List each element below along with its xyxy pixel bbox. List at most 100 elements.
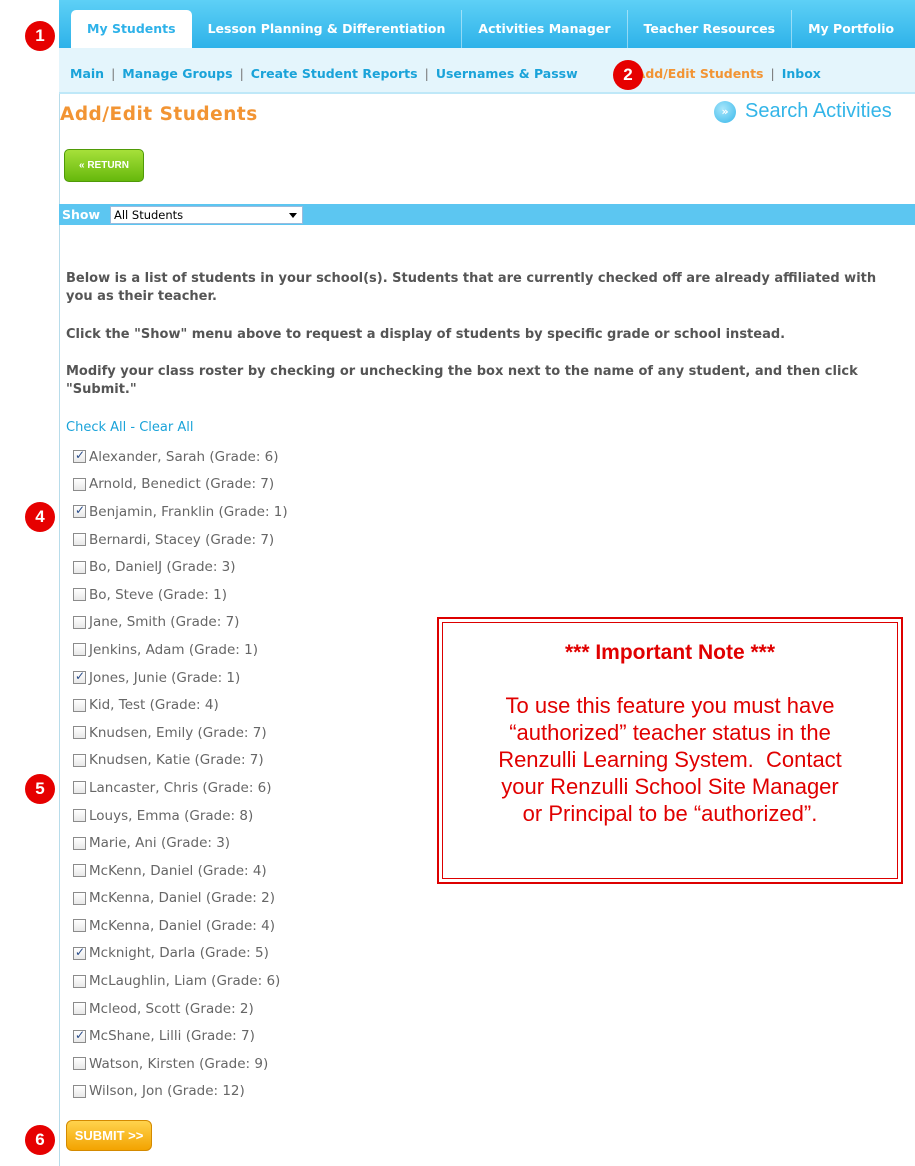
student-checkbox[interactable] <box>73 809 86 823</box>
double-chevron-icon: » <box>714 100 736 123</box>
student-row: Watson, Kirsten (Grade: 9) <box>73 1050 288 1078</box>
student-row: Kid, Test (Grade: 4) <box>73 691 288 719</box>
student-checkbox[interactable] <box>73 448 86 464</box>
student-row: McKenna, Daniel (Grade: 4) <box>73 912 288 940</box>
student-row: McLaughlin, Liam (Grade: 6) <box>73 967 288 995</box>
student-name: Bo, DanielJ (Grade: 3) <box>89 559 236 576</box>
student-checkbox[interactable] <box>73 945 86 960</box>
tab-lesson-planning[interactable]: Lesson Planning & Differentiation <box>192 10 463 48</box>
student-row: Knudsen, Emily (Grade: 7) <box>73 719 288 747</box>
dropdown-arrow-icon <box>289 213 297 218</box>
student-row: McKenn, Daniel (Grade: 4) <box>73 857 288 885</box>
student-checkbox[interactable] <box>73 753 86 767</box>
student-name: Benjamin, Franklin (Grade: 1) <box>89 503 288 520</box>
student-checkbox[interactable] <box>73 560 86 574</box>
student-row: Louys, Emma (Grade: 8) <box>73 802 288 830</box>
student-checkbox[interactable] <box>73 891 86 905</box>
return-button[interactable]: « RETURN <box>64 149 144 182</box>
student-name: Alexander, Sarah (Grade: 6) <box>89 448 279 465</box>
student-checkbox[interactable] <box>73 477 86 491</box>
page-title: Add/Edit Students <box>60 104 258 125</box>
student-checkbox[interactable] <box>73 1002 86 1016</box>
important-note-title: *** Important Note *** <box>564 641 776 664</box>
student-name: McKenna, Daniel (Grade: 2) <box>89 890 275 907</box>
step-badge-2: 2 <box>613 60 643 90</box>
content-left-border <box>59 94 60 1166</box>
student-row: Alexander, Sarah (Grade: 6) <box>73 443 288 471</box>
student-name: Bernardi, Stacey (Grade: 7) <box>89 531 275 548</box>
submit-button[interactable]: SUBMIT >> <box>66 1120 152 1151</box>
student-name: Mcleod, Scott (Grade: 2) <box>89 1000 254 1017</box>
student-checkbox[interactable] <box>73 615 86 629</box>
student-name: McShane, Lilli (Grade: 7) <box>89 1028 255 1045</box>
student-name: Bo, Steve (Grade: 1) <box>89 586 227 603</box>
student-name: Kid, Test (Grade: 4) <box>89 697 219 714</box>
clear-all-link[interactable]: Clear All <box>139 420 193 435</box>
student-checkbox[interactable] <box>73 588 86 602</box>
student-name: Louys, Emma (Grade: 8) <box>89 807 254 824</box>
student-name: Jenkins, Adam (Grade: 1) <box>89 641 258 658</box>
student-name: Marie, Ani (Grade: 3) <box>89 835 231 852</box>
student-row: Mcknight, Darla (Grade: 5) <box>73 940 288 968</box>
subnav-usernames-passwords[interactable]: Usernames & Passw <box>436 66 578 81</box>
student-checkbox[interactable] <box>73 1084 86 1098</box>
student-checkbox[interactable] <box>73 698 86 712</box>
search-activities-link[interactable]: » Search Activities <box>714 100 892 123</box>
student-row: Bo, Steve (Grade: 1) <box>73 581 288 609</box>
show-instructions-paragraph: Click the "Show" menu above to request a… <box>66 327 786 342</box>
show-select[interactable]: All Students <box>110 206 303 224</box>
student-row: Arnold, Benedict (Grade: 7) <box>73 471 288 499</box>
student-row: McShane, Lilli (Grade: 7) <box>73 1022 288 1050</box>
student-name: Wilson, Jon (Grade: 12) <box>89 1083 245 1100</box>
show-filter-bar: Show All Students <box>59 204 915 225</box>
tab-my-portfolio[interactable]: My Portfolio <box>792 10 910 48</box>
step-badge-5: 5 <box>25 774 55 804</box>
student-name: Jones, Junie (Grade: 1) <box>89 669 241 686</box>
student-checkbox[interactable] <box>73 669 86 685</box>
subnav-inbox[interactable]: Inbox <box>782 66 821 81</box>
student-name: McKenna, Daniel (Grade: 4) <box>89 917 275 934</box>
student-checkbox[interactable] <box>73 781 86 795</box>
tab-teacher-resources[interactable]: Teacher Resources <box>628 10 793 48</box>
student-checkbox[interactable] <box>73 643 86 657</box>
student-name: McLaughlin, Liam (Grade: 6) <box>89 973 281 990</box>
student-name: Jane, Smith (Grade: 7) <box>89 614 240 631</box>
student-name: Arnold, Benedict (Grade: 7) <box>89 476 275 493</box>
student-row: Lancaster, Chris (Grade: 6) <box>73 774 288 802</box>
student-checkbox[interactable] <box>73 974 86 988</box>
subnav-main[interactable]: Main <box>70 66 104 81</box>
tab-my-students[interactable]: My Students <box>71 10 192 48</box>
student-checkbox[interactable] <box>73 726 86 740</box>
tab-activities-manager[interactable]: Activities Manager <box>462 10 628 48</box>
student-row: Benjamin, Franklin (Grade: 1) <box>73 498 288 526</box>
student-checkbox[interactable] <box>73 503 86 519</box>
student-name: Knudsen, Emily (Grade: 7) <box>89 724 267 741</box>
check-links: Check All - Clear All <box>66 420 194 435</box>
student-checkbox[interactable] <box>73 1028 86 1043</box>
main-tab-bar: My Students Lesson Planning & Differenti… <box>59 0 915 48</box>
student-row: Jenkins, Adam (Grade: 1) <box>73 636 288 664</box>
search-activities-label: Search Activities <box>745 100 892 122</box>
student-checkbox[interactable] <box>73 836 86 850</box>
student-name: McKenn, Daniel (Grade: 4) <box>89 862 267 879</box>
student-row: Bernardi, Stacey (Grade: 7) <box>73 526 288 554</box>
student-row: Wilson, Jon (Grade: 12) <box>73 1078 288 1106</box>
subnav-create-student-reports[interactable]: Create Student Reports <box>251 66 418 81</box>
check-all-link[interactable]: Check All <box>66 420 126 435</box>
important-note-body: To use this feature you must have “autho… <box>498 693 842 826</box>
student-checkbox[interactable] <box>73 864 86 878</box>
student-checkbox[interactable] <box>73 533 86 547</box>
show-label: Show <box>62 207 101 222</box>
subnav-add-edit-students[interactable]: Add/Edit Students <box>636 66 764 81</box>
student-checkbox[interactable] <box>73 919 86 933</box>
student-name: Mcknight, Darla (Grade: 5) <box>89 945 269 962</box>
student-row: Knudsen, Katie (Grade: 7) <box>73 747 288 775</box>
student-row: Jones, Junie (Grade: 1) <box>73 664 288 692</box>
student-row: McKenna, Daniel (Grade: 2) <box>73 885 288 913</box>
step-badge-4: 4 <box>25 502 55 532</box>
student-name: Watson, Kirsten (Grade: 9) <box>89 1055 269 1072</box>
student-checkbox[interactable] <box>73 1057 86 1071</box>
modify-roster-paragraph: Modify your class roster by checking or … <box>66 364 858 397</box>
subnav-manage-groups[interactable]: Manage Groups <box>122 66 232 81</box>
step-badge-6: 6 <box>25 1125 55 1155</box>
